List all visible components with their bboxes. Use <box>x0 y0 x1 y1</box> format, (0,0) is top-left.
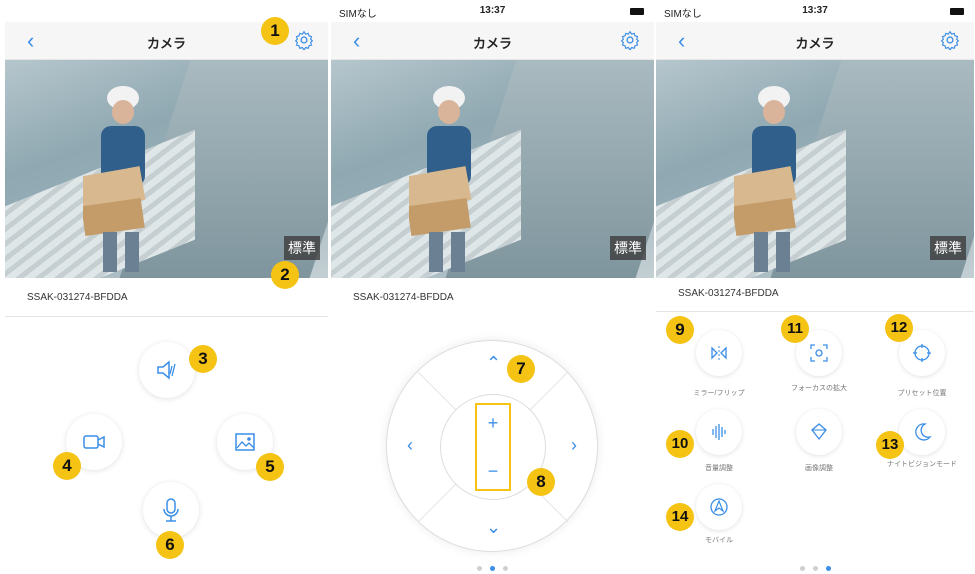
image-adjust-button[interactable] <box>796 409 842 455</box>
camera-live-view[interactable]: 標準 <box>5 60 328 278</box>
callout-badge: 6 <box>156 531 184 559</box>
night-vision-label: ナイトビジョンモード <box>887 461 957 468</box>
device-name: SSAK-031274-BFDDA <box>678 288 779 299</box>
camera-screen-functions: SIMなし 13:37 ‹ カメラ 標準 SSAK-031274-BFDDA ミ… <box>656 0 974 574</box>
callout-badge: 3 <box>189 345 217 373</box>
image-adjust-icon <box>811 423 827 441</box>
focus-label: フォーカスの拡大 <box>791 385 847 392</box>
page-title: カメラ <box>795 36 835 51</box>
callout-badge: 7 <box>507 355 535 383</box>
preset-icon <box>913 344 931 362</box>
mute-icon <box>157 360 176 380</box>
delivery-person-image <box>734 86 797 272</box>
mobile-tracking-button[interactable] <box>696 484 742 530</box>
clock: 13:37 <box>802 5 828 16</box>
nav-bar: ‹ カメラ <box>331 22 654 60</box>
page-indicator <box>656 558 974 574</box>
focus-icon <box>810 344 828 362</box>
mute-button[interactable] <box>139 342 195 398</box>
callout-badge: 8 <box>527 468 555 496</box>
gear-icon[interactable] <box>940 30 960 50</box>
callout-badge: 10 <box>666 430 694 458</box>
callout-badge: 12 <box>885 314 913 342</box>
gear-icon[interactable] <box>294 30 314 50</box>
device-name: SSAK-031274-BFDDA <box>353 292 454 303</box>
mobile-tracking-label: モバイル <box>705 537 733 544</box>
volume-label: 音量調整 <box>705 465 733 472</box>
pan-right-icon[interactable]: › <box>571 435 577 456</box>
gear-icon[interactable] <box>620 30 640 50</box>
volume-button[interactable] <box>696 409 742 455</box>
page-indicator <box>331 558 654 574</box>
delivery-person-image <box>83 86 146 272</box>
callout-badge: 14 <box>666 503 694 531</box>
status-bar: SIMなし 13:37 <box>331 0 654 22</box>
delivery-person-image <box>409 86 472 272</box>
mirror-flip-icon <box>711 346 727 360</box>
zoom-out-button[interactable]: − <box>477 461 509 482</box>
callout-badge: 11 <box>781 315 809 343</box>
preset-label: プリセット位置 <box>897 390 947 397</box>
quality-badge[interactable]: 標準 <box>284 236 320 260</box>
camera-screen-main: ‹ カメラ 標準 SSAK-031274-BFDDA 1 2 3 4 5 6 <box>5 0 328 574</box>
quality-badge[interactable]: 標準 <box>610 236 646 260</box>
callout-badge: 2 <box>271 261 299 289</box>
battery-icon <box>630 8 644 15</box>
callout-badge: 1 <box>261 17 289 45</box>
callout-badge: 5 <box>256 453 284 481</box>
microphone-icon <box>163 498 179 522</box>
volume-icon <box>712 424 726 440</box>
image-adjust-label: 画像調整 <box>805 465 833 472</box>
callout-badge: 4 <box>53 452 81 480</box>
callout-badge: 13 <box>876 431 904 459</box>
ptz-control-pad[interactable]: ⌃ ⌄ ‹ › + − <box>386 340 598 552</box>
talk-button[interactable] <box>143 482 199 538</box>
clock: 13:37 <box>479 5 506 16</box>
pan-down-icon[interactable]: ⌄ <box>486 517 501 538</box>
camera-live-view[interactable]: 標準 <box>331 60 654 278</box>
night-vision-icon <box>915 423 932 441</box>
nav-bar: ‹ カメラ <box>656 22 974 60</box>
snapshot-icon <box>235 433 255 451</box>
battery-icon <box>950 8 964 15</box>
device-name: SSAK-031274-BFDDA <box>27 292 128 303</box>
status-bar: SIMなし 13:37 <box>656 0 974 22</box>
night-vision-button[interactable] <box>899 409 945 455</box>
callout-badge: 9 <box>666 316 694 344</box>
zoom-controls: + − <box>475 403 511 491</box>
video-record-icon <box>83 435 105 449</box>
pan-up-icon[interactable]: ⌃ <box>486 353 501 374</box>
page-title: カメラ <box>472 36 512 51</box>
camera-live-view[interactable]: 標準 <box>656 60 974 278</box>
camera-screen-ptz: SIMなし 13:37 ‹ カメラ 標準 SSAK-031274-BFDDA ⌃… <box>331 0 654 574</box>
mirror-flip-button[interactable] <box>696 330 742 376</box>
mobile-tracking-icon <box>710 498 728 516</box>
zoom-in-button[interactable]: + <box>477 413 509 434</box>
mirror-flip-label: ミラー/フリップ <box>693 390 745 397</box>
quality-badge[interactable]: 標準 <box>930 236 966 260</box>
pan-left-icon[interactable]: ‹ <box>407 435 413 456</box>
